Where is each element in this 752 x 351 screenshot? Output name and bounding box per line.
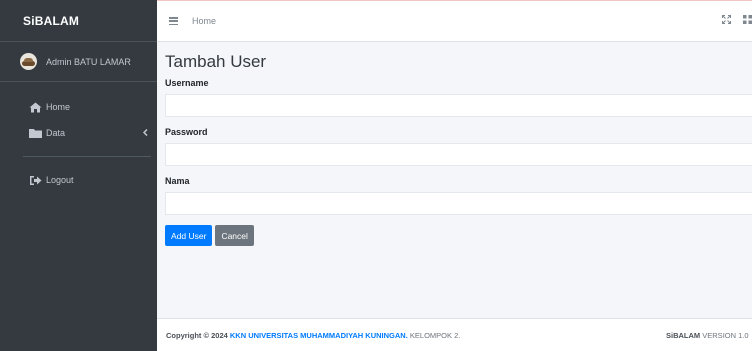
fullscreen-icon[interactable] bbox=[722, 15, 731, 27]
cancel-button[interactable]: Cancel bbox=[215, 225, 254, 246]
menu-icon[interactable] bbox=[169, 17, 178, 25]
grid-icon[interactable] bbox=[743, 15, 752, 27]
sidebar-nav-bottom: Logout bbox=[0, 167, 157, 193]
footer-org-link[interactable]: KKN UNIVERSITAS MUHAMMADIYAH KUNINGAN. bbox=[230, 331, 408, 340]
main-content: Tambah User Username Password Nama Add U… bbox=[157, 42, 752, 317]
sidebar-item-home[interactable]: Home bbox=[0, 94, 157, 120]
sidebar-item-data[interactable]: Data bbox=[0, 120, 157, 146]
logout-icon bbox=[28, 174, 42, 186]
top-navbar: Home bbox=[157, 0, 752, 42]
avatar bbox=[20, 53, 37, 70]
page-title: Tambah User bbox=[165, 52, 267, 71]
nama-field[interactable] bbox=[165, 192, 752, 215]
footer-version: SiBALAM VERSION 1.0 bbox=[666, 331, 749, 340]
folder-icon bbox=[28, 127, 42, 139]
sidebar-item-label: Data bbox=[46, 128, 66, 138]
footer-group: KELOMPOK 2. bbox=[409, 330, 461, 340]
username-label: Username bbox=[165, 78, 209, 88]
sidebar-nav: Home Data bbox=[0, 94, 157, 146]
footer-app-name: SiBALAM bbox=[666, 331, 701, 340]
password-label: Password bbox=[165, 127, 208, 137]
chevron-left-icon[interactable] bbox=[142, 128, 148, 138]
username-field[interactable] bbox=[165, 94, 752, 117]
nav-home-link[interactable]: Home bbox=[192, 16, 216, 26]
home-icon bbox=[28, 101, 42, 113]
user-name: Admin BATU LAMAR bbox=[46, 56, 131, 67]
form-actions: Add User Cancel bbox=[165, 225, 752, 246]
sidebar-item-label: Home bbox=[46, 102, 71, 112]
password-field[interactable] bbox=[165, 143, 752, 166]
sidebar-item-label: Logout bbox=[46, 175, 74, 185]
sidebar-divider bbox=[23, 156, 151, 157]
footer-copyright: Copyright © 2024 bbox=[166, 330, 228, 340]
footer-version-text: VERSION 1.0 bbox=[702, 331, 749, 340]
footer: Copyright © 2024 KKN UNIVERSITAS MUHAMMA… bbox=[157, 318, 752, 351]
add-user-button[interactable]: Add User bbox=[165, 225, 213, 246]
add-user-form: Username Password Nama Add User Cancel bbox=[165, 78, 752, 246]
user-panel[interactable]: Admin BATU LAMAR bbox=[0, 42, 157, 82]
sidebar-item-logout[interactable]: Logout bbox=[0, 167, 157, 193]
brand-text: SiBALAM bbox=[23, 13, 80, 28]
sidebar: SiBALAM Admin BATU LAMAR Home Data Logou… bbox=[0, 0, 157, 351]
navbar-right bbox=[722, 15, 752, 27]
brand-link[interactable]: SiBALAM bbox=[0, 0, 157, 42]
nama-label: Nama bbox=[165, 176, 190, 186]
